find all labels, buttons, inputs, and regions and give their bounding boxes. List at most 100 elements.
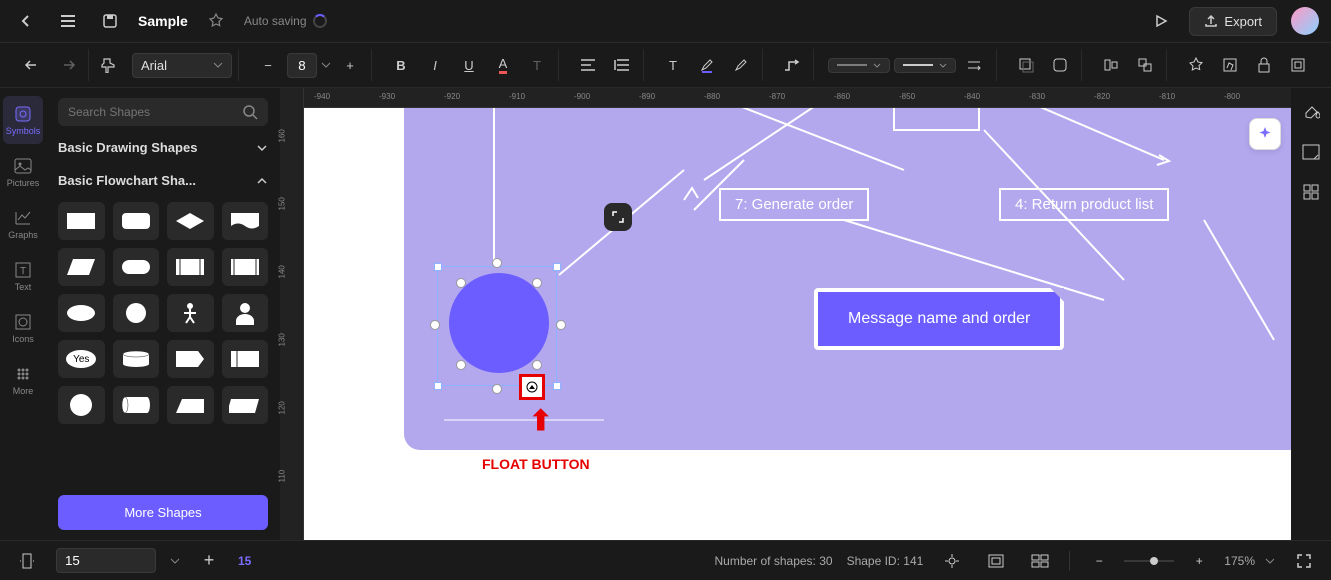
bold-button[interactable]: B — [386, 50, 416, 80]
diagram-box-message[interactable]: Message name and order — [814, 288, 1064, 350]
selection-diag[interactable] — [532, 360, 542, 370]
play-button[interactable] — [1147, 7, 1175, 35]
expand-button[interactable] — [604, 203, 632, 231]
selection-midpoint[interactable] — [430, 320, 440, 330]
selection-midpoint[interactable] — [492, 258, 502, 268]
diagram-box-generate-order[interactable]: 7: Generate order — [719, 188, 869, 221]
chevron-down-icon[interactable] — [170, 558, 180, 564]
layers-button[interactable] — [1283, 50, 1313, 80]
selection-diag[interactable] — [532, 278, 542, 288]
ai-assist-button[interactable] — [1249, 118, 1281, 150]
star-icon[interactable] — [202, 7, 230, 35]
shape-predefined[interactable] — [167, 248, 214, 286]
sidebar-item-graphs[interactable]: Graphs — [3, 200, 43, 248]
search-input[interactable] — [68, 105, 234, 119]
fullscreen-button[interactable] — [1289, 546, 1319, 576]
shape-predefined2[interactable] — [222, 248, 269, 286]
edit-button[interactable] — [1215, 50, 1245, 80]
shape-rounded-rect[interactable] — [113, 202, 160, 240]
sidebar-item-symbols[interactable]: Symbols — [3, 96, 43, 144]
fill-tool-button[interactable] — [1297, 98, 1325, 126]
selection-handle[interactable] — [553, 263, 561, 271]
sidebar-item-pictures[interactable]: Pictures — [3, 148, 43, 196]
redo-button[interactable] — [52, 50, 82, 80]
zoom-out-button[interactable]: − — [1084, 546, 1114, 576]
round-corners-button[interactable] — [1045, 50, 1075, 80]
sidebar-item-more[interactable]: More — [3, 356, 43, 404]
connector-button[interactable] — [777, 50, 807, 80]
underline-button[interactable]: U — [454, 50, 484, 80]
chevron-down-icon[interactable] — [1265, 558, 1275, 564]
effects-button[interactable] — [1181, 50, 1211, 80]
shape-parallelogram[interactable] — [58, 248, 105, 286]
selection-diag[interactable] — [456, 360, 466, 370]
zoom-in-button[interactable]: + — [1184, 546, 1214, 576]
zoom-slider[interactable] — [1124, 556, 1174, 566]
selection-handle[interactable] — [434, 263, 442, 271]
save-icon[interactable] — [96, 7, 124, 35]
lock-button[interactable] — [1249, 50, 1279, 80]
align-button[interactable] — [573, 50, 603, 80]
chevron-down-icon[interactable] — [321, 62, 331, 68]
selection-diag[interactable] — [456, 278, 466, 288]
shape-document[interactable] — [222, 202, 269, 240]
pen-button[interactable] — [726, 50, 756, 80]
shape-diamond[interactable] — [167, 202, 214, 240]
layout-tool-button[interactable] — [1297, 138, 1325, 166]
avatar[interactable] — [1291, 7, 1319, 35]
italic-button[interactable]: I — [420, 50, 450, 80]
font-family-dropdown[interactable]: Arial — [132, 53, 232, 78]
shape-rectangle[interactable] — [58, 202, 105, 240]
align-objects-button[interactable] — [1096, 50, 1126, 80]
diagram-box-return-product[interactable]: 4: Return product list — [999, 188, 1169, 221]
shape-cylinder-h[interactable] — [113, 386, 160, 424]
more-shapes-button[interactable]: More Shapes — [58, 495, 268, 530]
canvas[interactable]: 7: Generate order 4: Return product list… — [304, 108, 1291, 540]
section-basic-drawing[interactable]: Basic Drawing Shapes — [58, 136, 268, 159]
shape-terminator[interactable] — [113, 248, 160, 286]
shape-ellipse[interactable] — [58, 294, 105, 332]
shape-circle2[interactable] — [58, 386, 105, 424]
group-button[interactable] — [1130, 50, 1160, 80]
font-size-decrease[interactable]: − — [253, 50, 283, 80]
grid-tool-button[interactable] — [1297, 178, 1325, 206]
shape-flag[interactable] — [167, 340, 214, 378]
format-painter-button[interactable] — [97, 50, 118, 80]
thumbnails-button[interactable] — [1025, 546, 1055, 576]
back-button[interactable] — [12, 7, 40, 35]
line-style-dropdown[interactable] — [828, 58, 890, 73]
float-button-marker[interactable] — [519, 374, 545, 400]
center-view-button[interactable] — [937, 546, 967, 576]
shape-database[interactable] — [113, 340, 160, 378]
selection-midpoint[interactable] — [492, 384, 502, 394]
shape-card[interactable] — [222, 340, 269, 378]
sidebar-item-icons[interactable]: Icons — [3, 304, 43, 352]
shape-trapezoid2[interactable] — [222, 386, 269, 424]
shape-trapezoid[interactable] — [167, 386, 214, 424]
font-color-button[interactable]: A — [488, 50, 518, 80]
section-basic-flowchart[interactable]: Basic Flowchart Sha... — [58, 169, 268, 192]
selection-handle[interactable] — [434, 382, 442, 390]
shape-circle[interactable] — [113, 294, 160, 332]
export-button[interactable]: Export — [1189, 7, 1277, 36]
text-tool-button[interactable]: T — [658, 50, 688, 80]
highlight-button[interactable] — [692, 50, 722, 80]
font-size-increase[interactable]: + — [335, 50, 365, 80]
shape-search[interactable] — [58, 98, 268, 126]
sidebar-item-text[interactable]: T Text — [3, 252, 43, 300]
menu-button[interactable] — [54, 7, 82, 35]
clear-format-button[interactable]: T — [522, 50, 552, 80]
arrow-style-button[interactable] — [960, 50, 990, 80]
page-width-button[interactable] — [12, 546, 42, 576]
shadow-button[interactable] — [1011, 50, 1041, 80]
fit-view-button[interactable] — [981, 546, 1011, 576]
shape-yes[interactable]: Yes — [58, 340, 105, 378]
add-page-button[interactable]: + — [194, 546, 224, 576]
selection-midpoint[interactable] — [556, 320, 566, 330]
selection-handle[interactable] — [553, 382, 561, 390]
undo-button[interactable] — [18, 50, 48, 80]
font-size-input[interactable] — [287, 53, 317, 78]
line-spacing-button[interactable] — [607, 50, 637, 80]
line-weight-dropdown[interactable] — [894, 58, 956, 73]
shape-user[interactable] — [222, 294, 269, 332]
